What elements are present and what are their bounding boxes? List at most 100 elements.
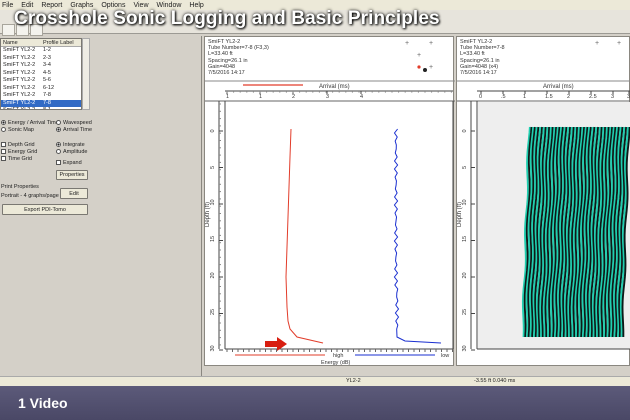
radio-energy-arrival[interactable] xyxy=(1,120,6,126)
option-amplitude[interactable]: Amplitude xyxy=(56,149,87,155)
option-sonic-map-label: Sonic Map xyxy=(8,127,34,133)
export-pdi-tomo-button[interactable]: Export PDI-Tomo xyxy=(2,204,88,215)
x-tick-label: 3 xyxy=(326,94,329,100)
option-expand-label: Expand xyxy=(63,160,82,166)
energy-curve xyxy=(393,128,442,344)
checkbox-expand[interactable] xyxy=(56,160,61,166)
list-item-name: SmiFT YL2-2 xyxy=(3,92,36,98)
x-axis-title: Arrival (ms) xyxy=(319,84,350,90)
list-item-name: SmiFT YL2-2 xyxy=(3,62,36,68)
option-depth-grid[interactable]: Depth Grid xyxy=(1,142,35,148)
list-item[interactable]: SmiFT YL2-2 6-12 xyxy=(1,85,81,93)
list-item-profile-label: 4-5 xyxy=(43,69,51,76)
list-item-profile-label: 7-8 xyxy=(43,92,51,98)
energy-axis-title: Energy (dB) xyxy=(321,360,351,366)
edit-button[interactable]: Edit xyxy=(60,188,88,199)
y-axis-title: Depth (ft) xyxy=(205,202,211,227)
column-header-name[interactable]: Name xyxy=(1,39,41,46)
arrival-time-curve xyxy=(285,128,324,344)
y-tick-label: 15 xyxy=(462,236,468,242)
x-tick-label: 3 xyxy=(611,94,614,100)
crosshair-icon: + xyxy=(429,64,433,71)
status-cursor: -3.55 ft 0.040 ms xyxy=(474,378,516,384)
crosshair-icon: + xyxy=(405,40,409,47)
video-label[interactable]: 1 Video xyxy=(18,395,68,411)
list-item-profile-label: 1-2 xyxy=(43,47,51,53)
x-tick-label: 1 xyxy=(226,94,229,100)
list-item[interactable]: SmiFT YL2-2 3-4 xyxy=(1,62,81,70)
arrival-energy-plot: + +++Arrival (ms)1 1 2 3 4051015202530Depth (… xyxy=(205,40,455,366)
x-tick-label: .5 xyxy=(501,94,506,100)
radio-sonic-map[interactable] xyxy=(1,127,6,133)
y-axis-title: Depth (ft) xyxy=(457,202,463,227)
checkbox-energy-grid[interactable] xyxy=(1,149,6,155)
list-item[interactable]: SmiFT YL2-2 8-1 xyxy=(1,107,81,110)
checkbox-depth-grid[interactable] xyxy=(1,142,6,148)
arrival-energy-panel: SmiFT YL2-2 Tube Number=7-8 (F3,3) L=33.… xyxy=(204,36,455,366)
option-depth-grid-label: Depth Grid xyxy=(8,142,35,148)
status-bar: YL2-2 -3.55 ft 0.040 ms xyxy=(0,376,630,386)
energy-high-label: high xyxy=(333,353,343,359)
list-item[interactable]: SmiFT YL2-2 7-8 xyxy=(1,92,81,100)
crosshair-icon: + xyxy=(429,40,433,47)
option-expand[interactable]: Expand xyxy=(56,160,82,166)
profile-list-scrollbar[interactable] xyxy=(82,38,90,110)
radio-integrate[interactable] xyxy=(56,142,61,148)
y-tick-label: 30 xyxy=(462,345,468,351)
option-energy-arrival-label: Energy / Arrival Time xyxy=(8,120,59,126)
option-sonic-map[interactable]: Sonic Map xyxy=(1,127,34,133)
option-amplitude-label: Amplitude xyxy=(63,149,88,155)
list-item-name: SmiFT YL2-2 xyxy=(3,99,36,106)
list-item-profile-label: 8-1 xyxy=(43,107,51,110)
y-tick-label: 0 xyxy=(210,129,216,132)
waveform-image xyxy=(521,126,630,338)
crosshair-icon: + xyxy=(617,40,621,47)
list-item-profile-label: 5-6 xyxy=(43,77,51,83)
y-tick-label: 25 xyxy=(462,309,468,315)
option-energy-grid-label: Energy Grid xyxy=(8,149,38,155)
option-wavespeed-label: Wavespeed xyxy=(63,120,92,126)
title-overlay: Crosshole Sonic Logging and Basic Princi… xyxy=(0,6,630,34)
option-arrival-time-label: Arrival Time xyxy=(63,127,93,133)
list-item-profile-label: 2-3 xyxy=(43,54,51,61)
y-tick-label: 0 xyxy=(462,129,468,132)
x-axis-title: Arrival (ms) xyxy=(543,84,574,90)
x-tick-label: 2 xyxy=(292,94,295,100)
radio-wavespeed[interactable] xyxy=(56,120,61,126)
list-item-profile-label: 7-8 xyxy=(43,99,51,106)
waveform-plot: ++Arrival (ms)0.511.522.533.505101520253… xyxy=(457,40,630,352)
radio-arrival-time[interactable] xyxy=(56,127,61,133)
option-energy-grid[interactable]: Energy Grid xyxy=(1,149,37,155)
option-time-grid[interactable]: Time Grid xyxy=(1,156,32,162)
list-item[interactable]: SmiFT YL2-2 7-8 xyxy=(1,99,81,107)
radio-amplitude[interactable] xyxy=(56,149,61,155)
option-integrate-label: Integrate xyxy=(63,142,85,148)
profile-list-header: Name Profile Label xyxy=(1,39,81,47)
x-tick-label: 1 xyxy=(523,94,526,100)
column-header-profile-label[interactable]: Profile Label xyxy=(41,39,81,46)
y-tick-label: 20 xyxy=(462,272,468,278)
x-tick-label: 2.5 xyxy=(589,94,597,100)
status-file: YL2-2 xyxy=(346,378,361,384)
list-item[interactable]: SmiFT YL2-2 4-5 xyxy=(1,70,81,78)
list-item[interactable]: SmiFT YL2-2 5-6 xyxy=(1,77,81,85)
option-arrival-time[interactable]: Arrival Time xyxy=(56,127,92,133)
list-item-name: SmiFT YL2-2 xyxy=(3,84,36,91)
y-tick-label: 20 xyxy=(210,272,216,278)
print-properties-label: Print Properties xyxy=(1,184,39,190)
list-item[interactable]: SmiFT YL2-2 1-2 xyxy=(1,47,81,55)
video-bar: 1 Video xyxy=(0,386,630,420)
list-item-name: SmiFT YL2-2 xyxy=(3,107,36,110)
y-tick-label: 5 xyxy=(210,166,216,169)
list-item-name: SmiFT YL2-2 xyxy=(3,77,36,83)
list-item-profile-label: 3-4 xyxy=(43,62,51,68)
list-item[interactable]: SmiFT YL2-2 2-3 xyxy=(1,55,81,63)
checkbox-time-grid[interactable] xyxy=(1,156,6,162)
properties-button[interactable]: Properties xyxy=(56,170,88,180)
option-energy-arrival[interactable]: Energy / Arrival Time xyxy=(1,120,59,126)
x-tick-label: 2 xyxy=(567,94,570,100)
option-wavespeed[interactable]: Wavespeed xyxy=(56,120,92,126)
list-item-name: SmiFT YL2-2 xyxy=(3,47,36,53)
option-integrate[interactable]: Integrate xyxy=(56,142,85,148)
print-layout-label: Portrait - 4 graphs/page xyxy=(1,193,59,199)
